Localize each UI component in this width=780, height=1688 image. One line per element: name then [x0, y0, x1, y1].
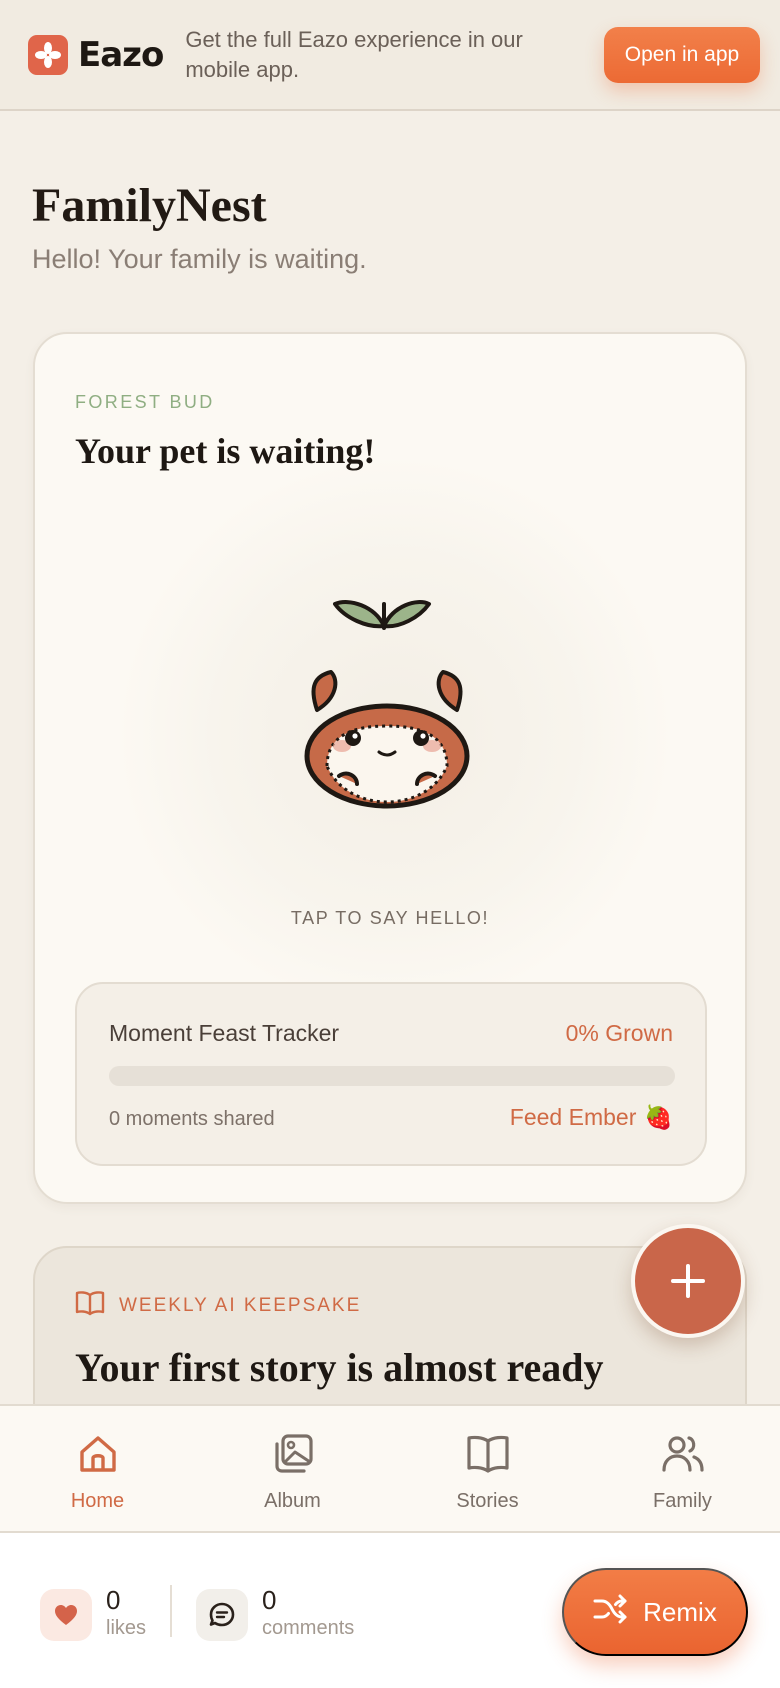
moment-feast-tracker: Moment Feast Tracker 0% Grown 0 moments …	[75, 982, 707, 1166]
likes-stat[interactable]: 0 likes	[40, 1585, 146, 1641]
page-title: FamilyNest	[32, 179, 267, 232]
social-bar: 0 likes 0 comments Remix	[0, 1533, 780, 1688]
nav-item-family[interactable]: Family	[585, 1406, 780, 1531]
app-promo-banner: Eazo Get the full Eazo experience in our…	[0, 0, 780, 111]
open-in-app-button[interactable]: Open in app	[604, 26, 760, 83]
keepsake-eyebrow-label: WEEKLY AI KEEPSAKE	[119, 1295, 362, 1316]
nav-label-album: Album	[264, 1490, 321, 1512]
plus-icon	[671, 1264, 705, 1298]
feed-ember-link[interactable]: Feed Ember 🍓	[510, 1104, 673, 1131]
nav-item-stories[interactable]: Stories	[390, 1406, 585, 1531]
nav-label-family: Family	[653, 1490, 712, 1512]
likes-count: 0	[106, 1585, 121, 1615]
strawberry-icon: 🍓	[644, 1104, 673, 1130]
comment-icon	[196, 1589, 248, 1641]
pet-card-eyebrow: FOREST BUD	[75, 392, 215, 412]
pet-card-heading: Your pet is waiting!	[75, 431, 376, 471]
likes-label: likes	[106, 1617, 147, 1639]
comments-stat[interactable]: 0 comments	[196, 1585, 354, 1641]
nav-label-stories: Stories	[456, 1490, 519, 1512]
pet-card: FOREST BUD Your pet is waiting! TAP TO S…	[33, 332, 747, 1204]
nav-item-album[interactable]: Album	[195, 1406, 390, 1531]
add-moment-button[interactable]	[631, 1224, 745, 1338]
page-subtitle: Hello! Your family is waiting.	[32, 244, 367, 274]
tracker-progress-bar	[109, 1066, 675, 1086]
album-icon	[271, 1432, 315, 1482]
remix-label: Remix	[643, 1596, 717, 1627]
comments-label: comments	[262, 1617, 355, 1639]
tracker-title: Moment Feast Tracker	[109, 1020, 340, 1046]
heart-icon	[40, 1589, 92, 1641]
remix-button[interactable]: Remix	[562, 1568, 748, 1656]
brand-name: Eazo	[78, 34, 164, 75]
stat-divider	[170, 1585, 172, 1637]
bottom-nav: Home Album Stories Family	[0, 1404, 780, 1533]
eazo-logo-mark-icon	[28, 34, 68, 75]
keepsake-eyebrow: WEEKLY AI KEEPSAKE	[75, 1290, 361, 1322]
nav-item-home[interactable]: Home	[0, 1406, 195, 1531]
tracker-percent: 0% Grown	[565, 1020, 673, 1046]
feed-ember-label: Feed Ember	[509, 1104, 637, 1130]
keepsake-heading: Your first story is almost ready	[75, 1345, 604, 1390]
people-icon	[661, 1432, 705, 1482]
banner-message: Get the full Eazo experience in our mobi…	[185, 26, 523, 82]
nav-label-home: Home	[70, 1490, 125, 1512]
shuffle-icon	[593, 1594, 627, 1631]
pet-character[interactable]	[287, 576, 487, 826]
eazo-logo: Eazo	[28, 34, 164, 75]
tap-to-say-hello[interactable]: TAP TO SAY HELLO!	[35, 908, 745, 929]
moments-shared-count: 0 moments shared	[109, 1108, 275, 1130]
book-icon	[75, 1290, 105, 1322]
home-icon	[76, 1432, 120, 1482]
book-icon	[466, 1432, 510, 1482]
sprout-icon	[333, 600, 431, 630]
comments-count: 0	[262, 1585, 277, 1615]
